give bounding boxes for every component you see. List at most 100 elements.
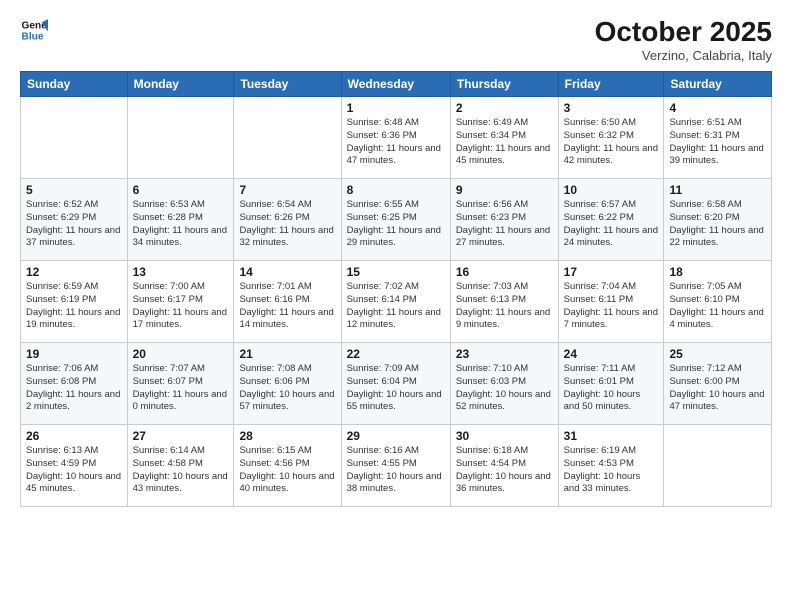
cell-info: Sunrise: 6:57 AM Sunset: 6:22 PM Dayligh… [564, 199, 659, 250]
cell-info: Sunrise: 6:54 AM Sunset: 6:26 PM Dayligh… [239, 199, 335, 250]
title-block: October 2025 Verzino, Calabria, Italy [595, 16, 772, 63]
table-row: 12Sunrise: 6:59 AM Sunset: 6:19 PM Dayli… [21, 261, 128, 343]
cell-day-number: 25 [669, 347, 766, 361]
cell-info: Sunrise: 6:18 AM Sunset: 4:54 PM Dayligh… [456, 445, 553, 496]
table-row: 9 Sunrise: 6:56 AM Sunset: 6:23 PM Daylig… [450, 179, 558, 261]
col-friday: Friday [558, 72, 664, 97]
table-row: 22Sunrise: 7:09 AM Sunset: 6:04 PM Dayli… [341, 343, 450, 425]
cell-info: Sunrise: 6:16 AM Sunset: 4:55 PM Dayligh… [347, 445, 445, 496]
cell-info: Sunrise: 7:00 AM Sunset: 6:17 PM Dayligh… [133, 281, 229, 332]
cell-day-number: 2 [456, 101, 553, 115]
table-row: 24Sunrise: 7:11 AM Sunset: 6:01 PM Dayli… [558, 343, 664, 425]
table-row: 17Sunrise: 7:04 AM Sunset: 6:11 PM Dayli… [558, 261, 664, 343]
cell-info: Sunrise: 7:05 AM Sunset: 6:10 PM Dayligh… [669, 281, 766, 332]
cell-info: Sunrise: 6:52 AM Sunset: 6:29 PM Dayligh… [26, 199, 122, 250]
table-row: 3 Sunrise: 6:50 AM Sunset: 6:32 PM Daylig… [558, 97, 664, 179]
cell-info: Sunrise: 6:19 AM Sunset: 4:53 PM Dayligh… [564, 445, 659, 496]
calendar-header-row: Sunday Monday Tuesday Wednesday Thursday… [21, 72, 772, 97]
col-monday: Monday [127, 72, 234, 97]
table-row: 19 Sunrise: 7:06 AM Sunset: 6:08 PM Dayli… [21, 343, 128, 425]
table-row: 27 Sunrise: 6:14 AM Sunset: 4:58 PM Dayli… [127, 425, 234, 507]
cell-day-number: 23 [456, 347, 553, 361]
cell-info: Sunrise: 6:56 AM Sunset: 6:23 PM Dayligh… [456, 199, 553, 250]
table-row: 28Sunrise: 6:15 AM Sunset: 4:56 PM Dayli… [234, 425, 341, 507]
cell-info: Sunrise: 7:03 AM Sunset: 6:13 PM Dayligh… [456, 281, 553, 332]
cell-day-number: 8 [347, 183, 445, 197]
cell-day-number: 9 [456, 183, 553, 197]
cell-day-number: 16 [456, 265, 553, 279]
calendar-row-2: 12Sunrise: 6:59 AM Sunset: 6:19 PM Dayli… [21, 261, 772, 343]
logo: General Blue [20, 16, 48, 44]
col-saturday: Saturday [664, 72, 772, 97]
table-row: 5Sunrise: 6:52 AM Sunset: 6:29 PM Daylig… [21, 179, 128, 261]
table-row: 8 Sunrise: 6:55 AM Sunset: 6:25 PM Daylig… [341, 179, 450, 261]
table-row: 26 Sunrise: 6:13 AM Sunset: 4:59 PM Dayli… [21, 425, 128, 507]
table-row [664, 425, 772, 507]
cell-info: Sunrise: 6:13 AM Sunset: 4:59 PM Dayligh… [26, 445, 122, 496]
table-row [234, 97, 341, 179]
cell-info: Sunrise: 6:50 AM Sunset: 6:32 PM Dayligh… [564, 117, 659, 168]
cell-day-number: 3 [564, 101, 659, 115]
cell-day-number: 19 [26, 347, 122, 361]
table-row: 2 Sunrise: 6:49 AM Sunset: 6:34 PM Daylig… [450, 97, 558, 179]
cell-day-number: 18 [669, 265, 766, 279]
table-row: 6 Sunrise: 6:53 AM Sunset: 6:28 PM Daylig… [127, 179, 234, 261]
table-row: 23 Sunrise: 7:10 AM Sunset: 6:03 PM Dayli… [450, 343, 558, 425]
cell-info: Sunrise: 7:04 AM Sunset: 6:11 PM Dayligh… [564, 281, 659, 332]
table-row [21, 97, 128, 179]
cell-day-number: 29 [347, 429, 445, 443]
cell-day-number: 28 [239, 429, 335, 443]
calendar-row-3: 19 Sunrise: 7:06 AM Sunset: 6:08 PM Dayli… [21, 343, 772, 425]
cell-info: Sunrise: 7:08 AM Sunset: 6:06 PM Dayligh… [239, 363, 335, 414]
cell-info: Sunrise: 7:06 AM Sunset: 6:08 PM Dayligh… [26, 363, 122, 414]
col-sunday: Sunday [21, 72, 128, 97]
calendar-row-1: 5Sunrise: 6:52 AM Sunset: 6:29 PM Daylig… [21, 179, 772, 261]
cell-info: Sunrise: 7:09 AM Sunset: 6:04 PM Dayligh… [347, 363, 445, 414]
table-row: 13Sunrise: 7:00 AM Sunset: 6:17 PM Dayli… [127, 261, 234, 343]
cell-day-number: 6 [133, 183, 229, 197]
cell-day-number: 31 [564, 429, 659, 443]
cell-info: Sunrise: 6:59 AM Sunset: 6:19 PM Dayligh… [26, 281, 122, 332]
header: General Blue October 2025 Verzino, Calab… [20, 16, 772, 63]
table-row: 25 Sunrise: 7:12 AM Sunset: 6:00 PM Dayli… [664, 343, 772, 425]
svg-text:Blue: Blue [22, 31, 44, 42]
cell-info: Sunrise: 6:48 AM Sunset: 6:36 PM Dayligh… [347, 117, 445, 168]
cell-info: Sunrise: 7:12 AM Sunset: 6:00 PM Dayligh… [669, 363, 766, 414]
table-row: 31 Sunrise: 6:19 AM Sunset: 4:53 PM Dayli… [558, 425, 664, 507]
cell-day-number: 10 [564, 183, 659, 197]
cell-info: Sunrise: 6:55 AM Sunset: 6:25 PM Dayligh… [347, 199, 445, 250]
cell-day-number: 30 [456, 429, 553, 443]
table-row: 29 Sunrise: 6:16 AM Sunset: 4:55 PM Dayli… [341, 425, 450, 507]
cell-day-number: 14 [239, 265, 335, 279]
calendar-row-0: 1Sunrise: 6:48 AM Sunset: 6:36 PM Daylig… [21, 97, 772, 179]
table-row [127, 97, 234, 179]
cell-info: Sunrise: 6:58 AM Sunset: 6:20 PM Dayligh… [669, 199, 766, 250]
cell-info: Sunrise: 7:10 AM Sunset: 6:03 PM Dayligh… [456, 363, 553, 414]
cell-info: Sunrise: 6:51 AM Sunset: 6:31 PM Dayligh… [669, 117, 766, 168]
calendar-row-4: 26 Sunrise: 6:13 AM Sunset: 4:59 PM Dayli… [21, 425, 772, 507]
logo-icon: General Blue [20, 16, 48, 44]
table-row: 21 Sunrise: 7:08 AM Sunset: 6:06 PM Dayli… [234, 343, 341, 425]
cell-info: Sunrise: 7:01 AM Sunset: 6:16 PM Dayligh… [239, 281, 335, 332]
table-row: 11Sunrise: 6:58 AM Sunset: 6:20 PM Dayli… [664, 179, 772, 261]
page: General Blue October 2025 Verzino, Calab… [0, 0, 792, 612]
table-row: 20Sunrise: 7:07 AM Sunset: 6:07 PM Dayli… [127, 343, 234, 425]
month-title: October 2025 [595, 16, 772, 48]
cell-info: Sunrise: 6:14 AM Sunset: 4:58 PM Dayligh… [133, 445, 229, 496]
table-row: 30 Sunrise: 6:18 AM Sunset: 4:54 PM Dayli… [450, 425, 558, 507]
cell-day-number: 21 [239, 347, 335, 361]
col-wednesday: Wednesday [341, 72, 450, 97]
cell-day-number: 20 [133, 347, 229, 361]
cell-info: Sunrise: 6:49 AM Sunset: 6:34 PM Dayligh… [456, 117, 553, 168]
table-row: 16 Sunrise: 7:03 AM Sunset: 6:13 PM Dayli… [450, 261, 558, 343]
cell-day-number: 27 [133, 429, 229, 443]
cell-info: Sunrise: 6:53 AM Sunset: 6:28 PM Dayligh… [133, 199, 229, 250]
table-row: 10 Sunrise: 6:57 AM Sunset: 6:22 PM Dayli… [558, 179, 664, 261]
cell-day-number: 26 [26, 429, 122, 443]
subtitle: Verzino, Calabria, Italy [595, 48, 772, 63]
cell-info: Sunrise: 7:02 AM Sunset: 6:14 PM Dayligh… [347, 281, 445, 332]
table-row: 4Sunrise: 6:51 AM Sunset: 6:31 PM Daylig… [664, 97, 772, 179]
calendar-table: Sunday Monday Tuesday Wednesday Thursday… [20, 71, 772, 507]
col-tuesday: Tuesday [234, 72, 341, 97]
cell-day-number: 24 [564, 347, 659, 361]
